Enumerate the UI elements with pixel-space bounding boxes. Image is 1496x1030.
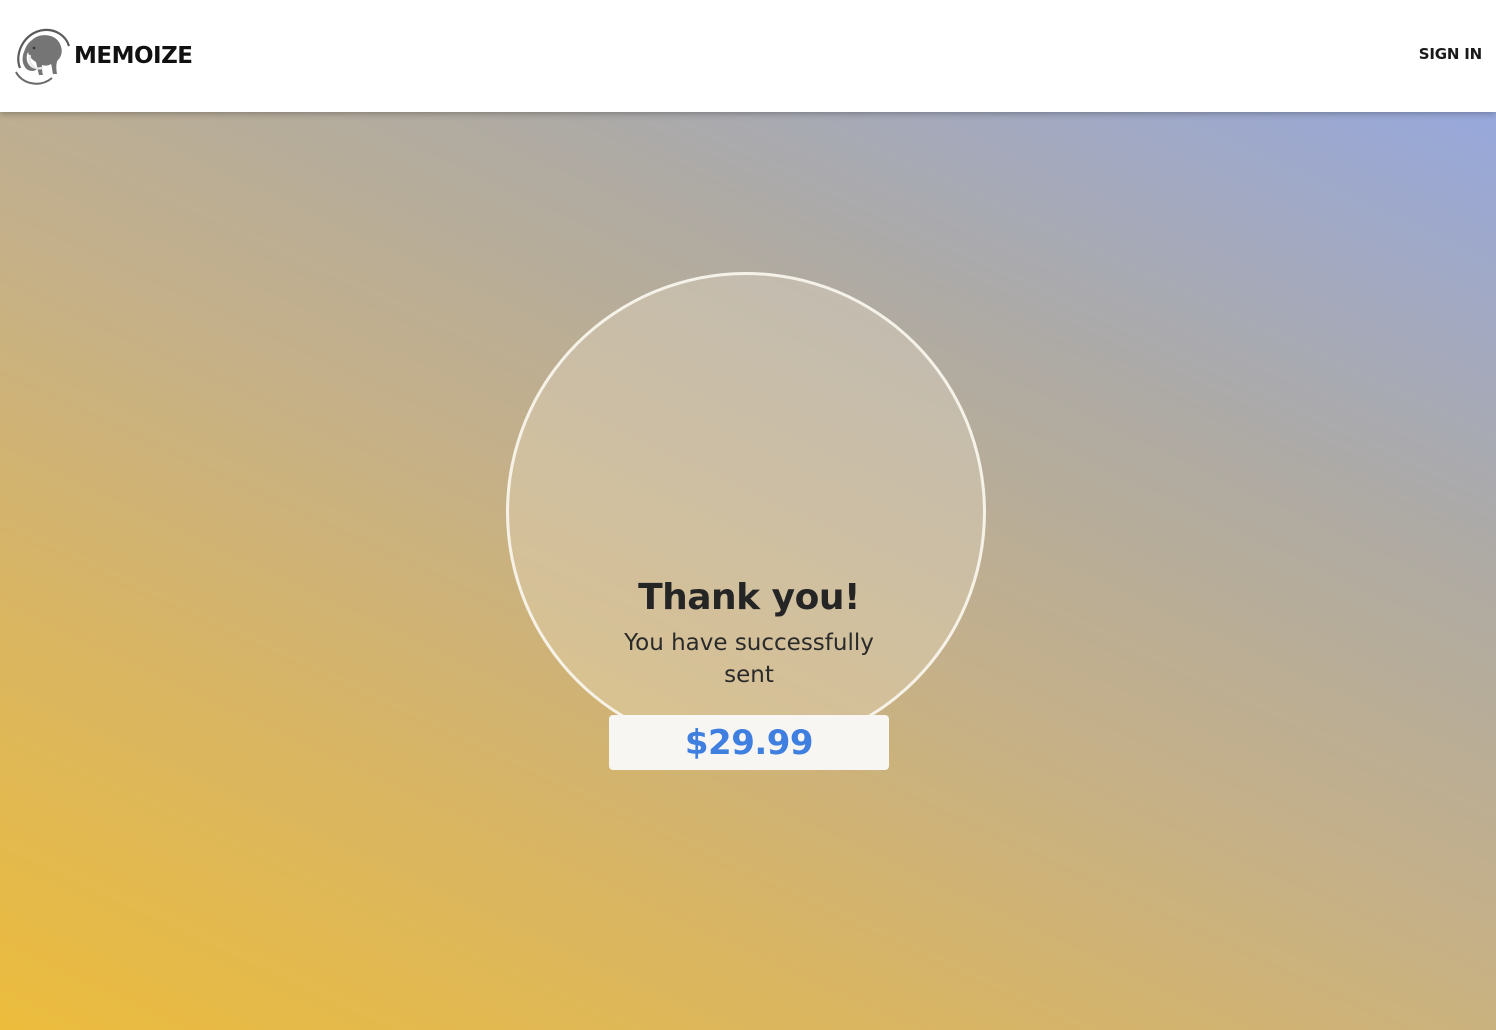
sign-in-link[interactable]: SIGN IN <box>1419 45 1482 63</box>
success-message: You have successfully sent <box>624 630 874 688</box>
brand-link[interactable]: MEMOIZE <box>12 26 193 86</box>
thank-you-heading: Thank you! <box>638 577 860 618</box>
brand-name: MEMOIZE <box>74 43 193 69</box>
amount-value: $29.99 <box>684 722 814 763</box>
amount-box: $29.99 <box>609 715 889 770</box>
mammoth-logo-icon <box>15 28 71 85</box>
hero-background: Thank you! You have successfully sent $2… <box>0 112 1496 1030</box>
page: MEMOIZE SIGN IN Thank you! You have succ… <box>0 0 1496 1030</box>
navbar: MEMOIZE SIGN IN <box>0 0 1496 112</box>
confirmation-circle: Thank you! You have successfully sent $2… <box>506 272 986 770</box>
